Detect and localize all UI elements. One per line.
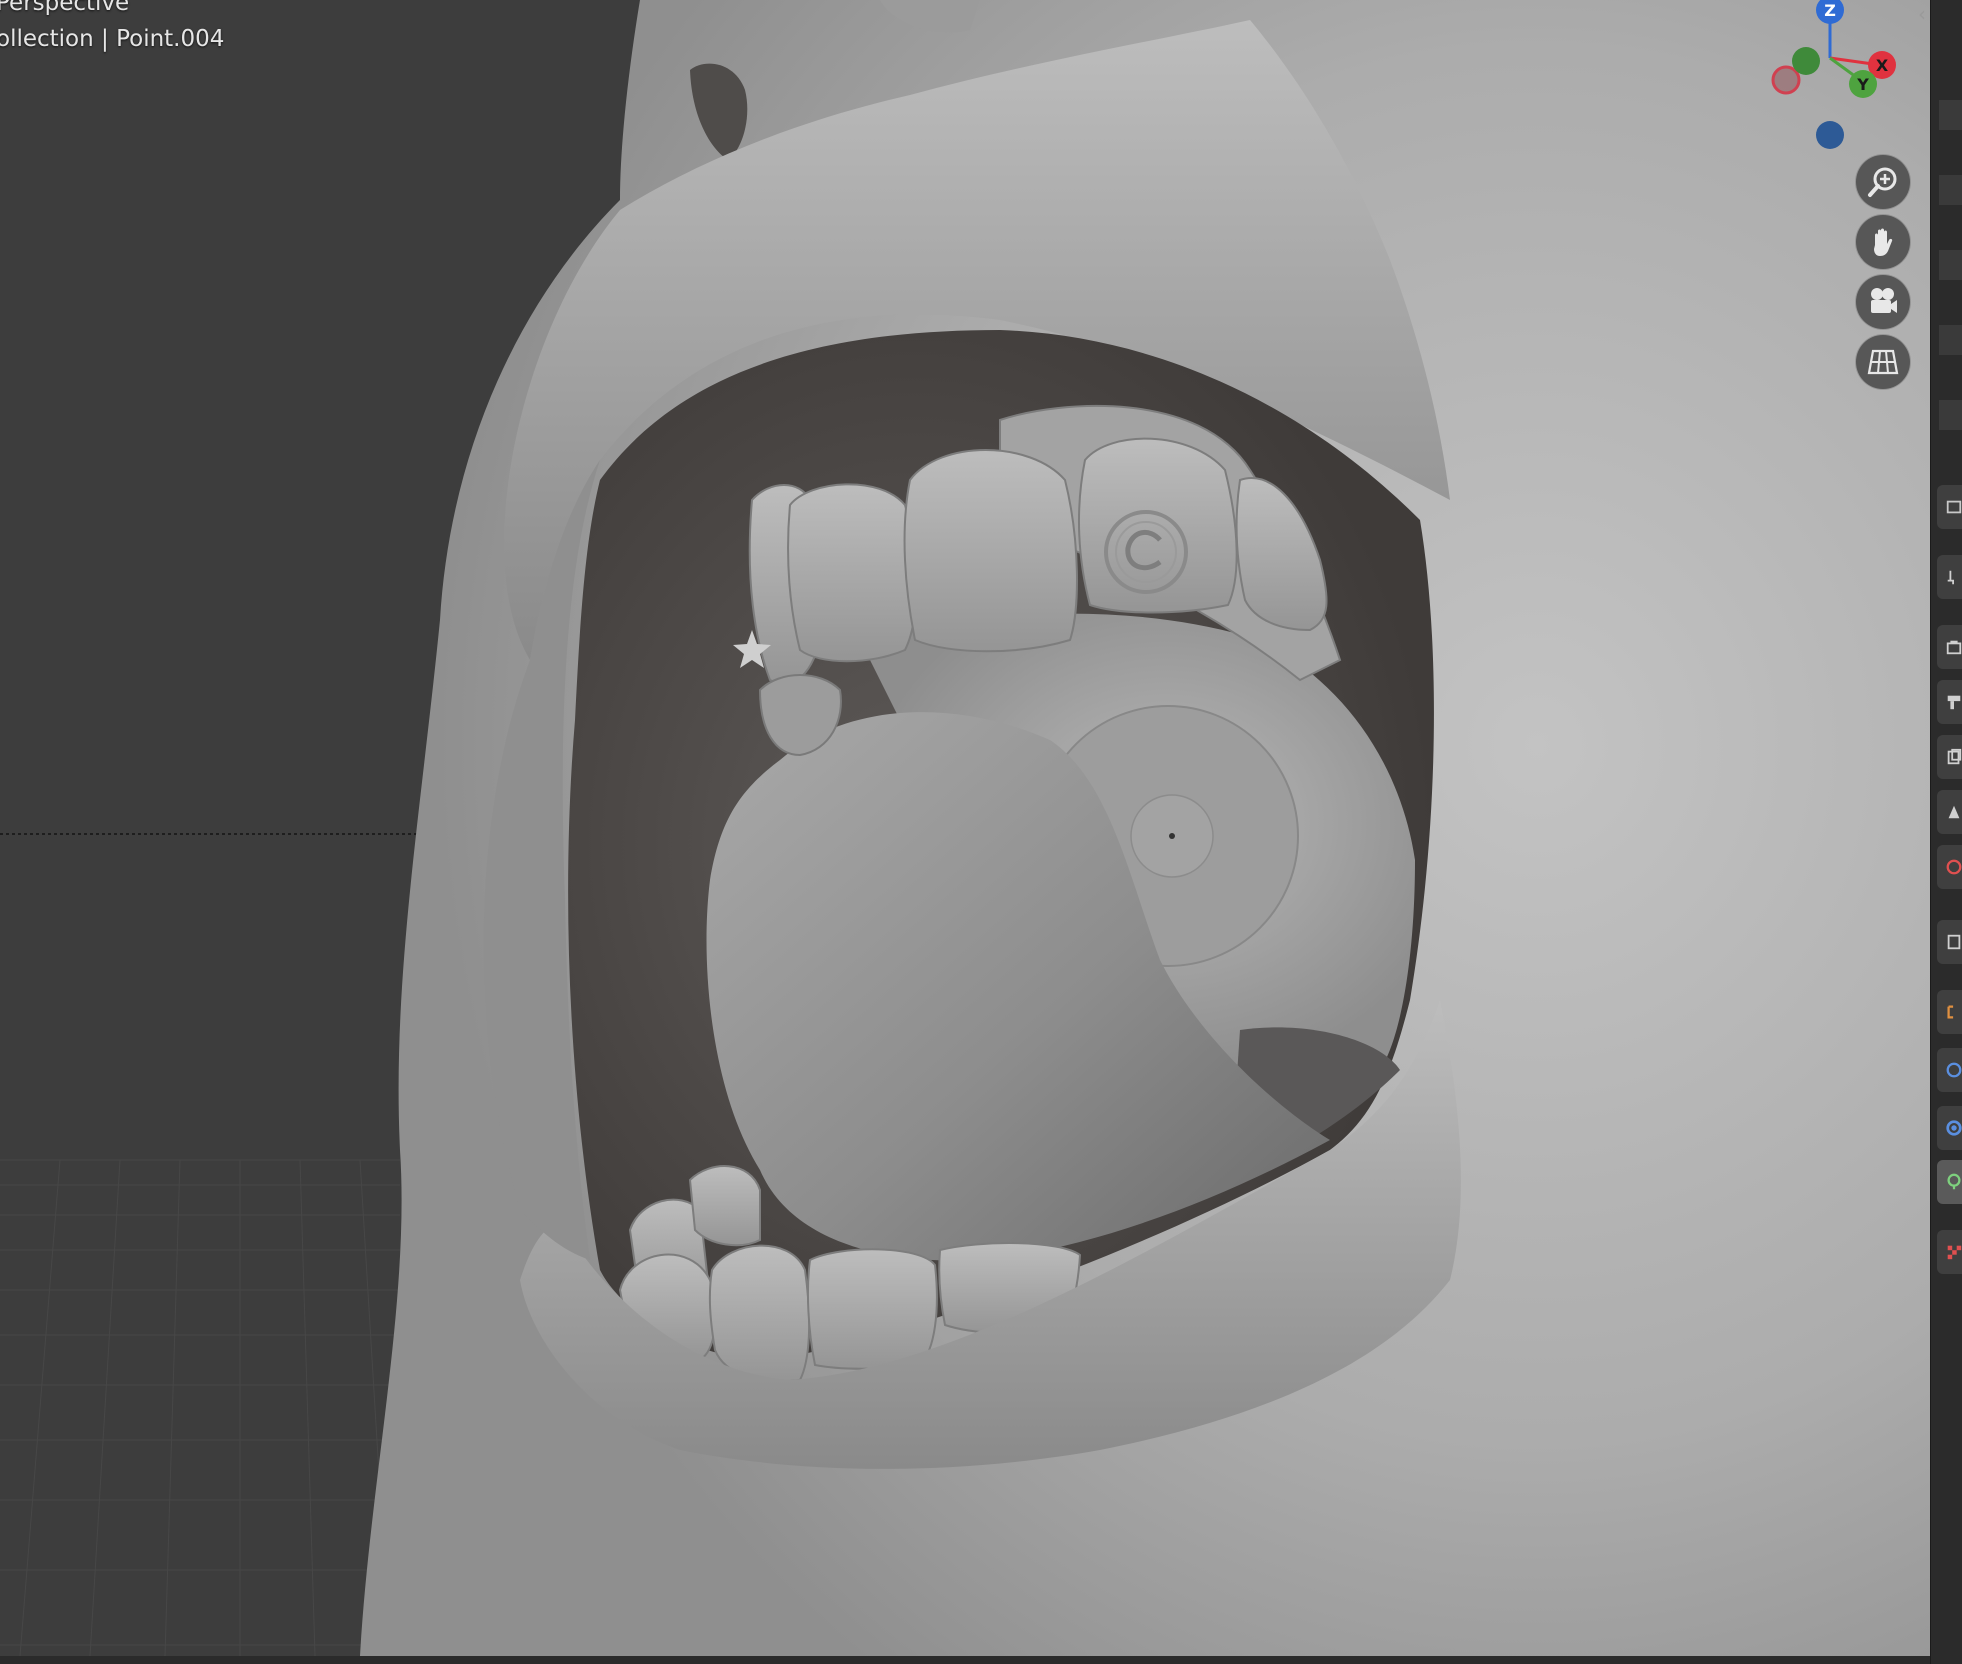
tab-output[interactable] [1937, 625, 1962, 669]
view-layer-icon [1947, 695, 1961, 710]
3d-viewport[interactable]: Perspective ollection | Point.004 Z X Y [0, 0, 1930, 1656]
camera-view-icon [1871, 288, 1897, 313]
sidebar-toggle-arrow[interactable]: ‹ [1912, 0, 1930, 28]
gizmo-y-label: Y [1856, 75, 1869, 94]
gizmo-x-label: X [1876, 56, 1889, 75]
gizmo-z-label: Z [1824, 1, 1836, 20]
world-icon [1948, 805, 1960, 819]
tab-render[interactable] [1937, 555, 1962, 599]
texture-icon [1947, 1245, 1962, 1260]
tab-scene[interactable] [1937, 735, 1962, 779]
constraints-icon [1946, 1062, 1962, 1078]
floor-grid [0, 1159, 400, 1656]
constraints-icon [1946, 1120, 1962, 1136]
strip-row [1939, 175, 1962, 205]
tab-texture[interactable] [1937, 1230, 1962, 1274]
ortho-toggle-button[interactable] [1856, 335, 1910, 389]
gizmo-neg-y-handle [1792, 47, 1820, 75]
collection-icon [1946, 859, 1962, 875]
tab-collection[interactable] [1937, 845, 1962, 889]
zoom-icon [1868, 167, 1897, 197]
tab-tool[interactable] [1937, 485, 1962, 529]
hand-pan-icon [1874, 228, 1893, 256]
strip-row [1939, 325, 1962, 355]
view-mode-label: Perspective [0, 0, 130, 16]
strip-row [1939, 250, 1962, 280]
properties-editor-strip [1930, 0, 1962, 1664]
tab-view-layer[interactable] [1937, 680, 1962, 724]
physics-icon [1947, 1005, 1954, 1019]
tab-modifiers[interactable] [1937, 1106, 1962, 1150]
object-info-label: ollection | Point.004 [0, 26, 225, 52]
scene-icon [1947, 748, 1962, 765]
status-bar [0, 1656, 1930, 1664]
object-data-light-icon [1947, 1173, 1961, 1190]
tab-object[interactable] [1937, 920, 1962, 964]
tab-object-data-light[interactable] [1937, 1160, 1962, 1204]
strip-row [1939, 100, 1962, 130]
zoom-button[interactable] [1856, 155, 1910, 209]
output-icon [1946, 640, 1962, 655]
navigation-gizmo[interactable]: Z X Y [1750, 0, 1910, 160]
render-icon [1947, 570, 1954, 585]
camera-view-button[interactable] [1856, 275, 1910, 329]
viewport-scene [0, 0, 1930, 1656]
grid-ortho-icon [1867, 349, 1899, 375]
tool-icon [1946, 500, 1962, 514]
tab-physics[interactable] [1937, 990, 1962, 1034]
tab-constraints[interactable] [1937, 1048, 1962, 1092]
tab-world[interactable] [1937, 790, 1962, 834]
gizmo-neg-z-handle [1816, 121, 1844, 149]
gizmo-neg-x-handle [1771, 65, 1801, 95]
object-icon [1947, 934, 1961, 950]
strip-row [1939, 400, 1962, 430]
pan-button[interactable] [1856, 215, 1910, 269]
